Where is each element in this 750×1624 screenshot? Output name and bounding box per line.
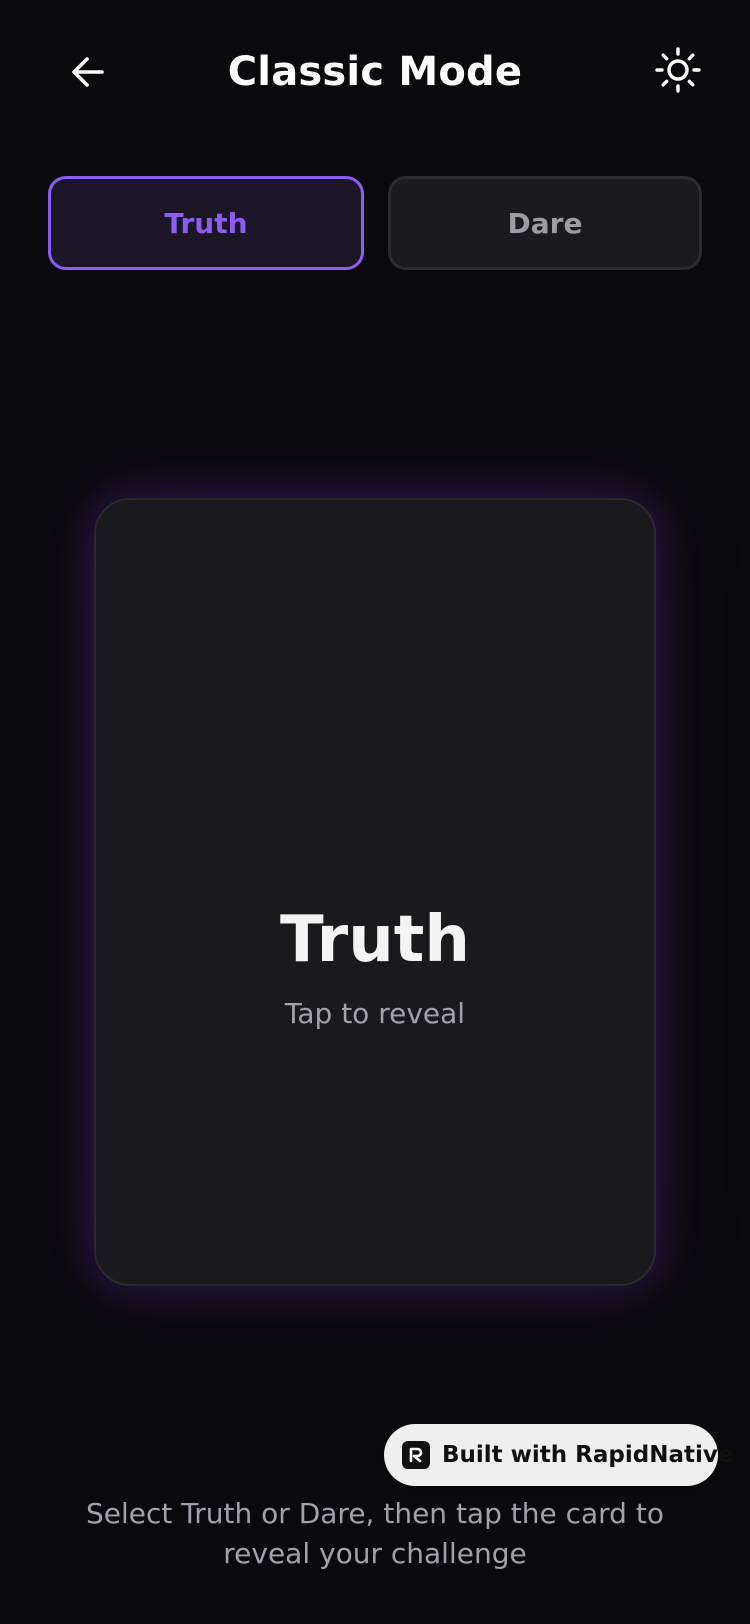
rapidnative-logo-icon	[402, 1441, 430, 1469]
badge-label: Built with RapidNative	[442, 1442, 734, 1468]
theme-toggle-button[interactable]	[650, 44, 706, 100]
sun-icon	[654, 46, 702, 98]
dare-toggle-label: Dare	[507, 206, 583, 240]
card-title: Truth	[280, 903, 470, 977]
header-bar: Classic Mode	[0, 0, 750, 144]
page-title: Classic Mode	[227, 49, 523, 95]
truth-toggle-label: Truth	[164, 206, 248, 240]
dare-toggle-button[interactable]: Dare	[388, 176, 702, 270]
challenge-card[interactable]: Truth Tap to reveal	[94, 498, 656, 1286]
built-with-badge[interactable]: Built with RapidNative	[384, 1424, 733, 1486]
card-subtitle: Tap to reveal	[284, 997, 466, 1030]
truth-toggle-button[interactable]: Truth	[48, 176, 364, 270]
instruction-text: Select Truth or Dare, then tap the card …	[86, 1497, 664, 1570]
